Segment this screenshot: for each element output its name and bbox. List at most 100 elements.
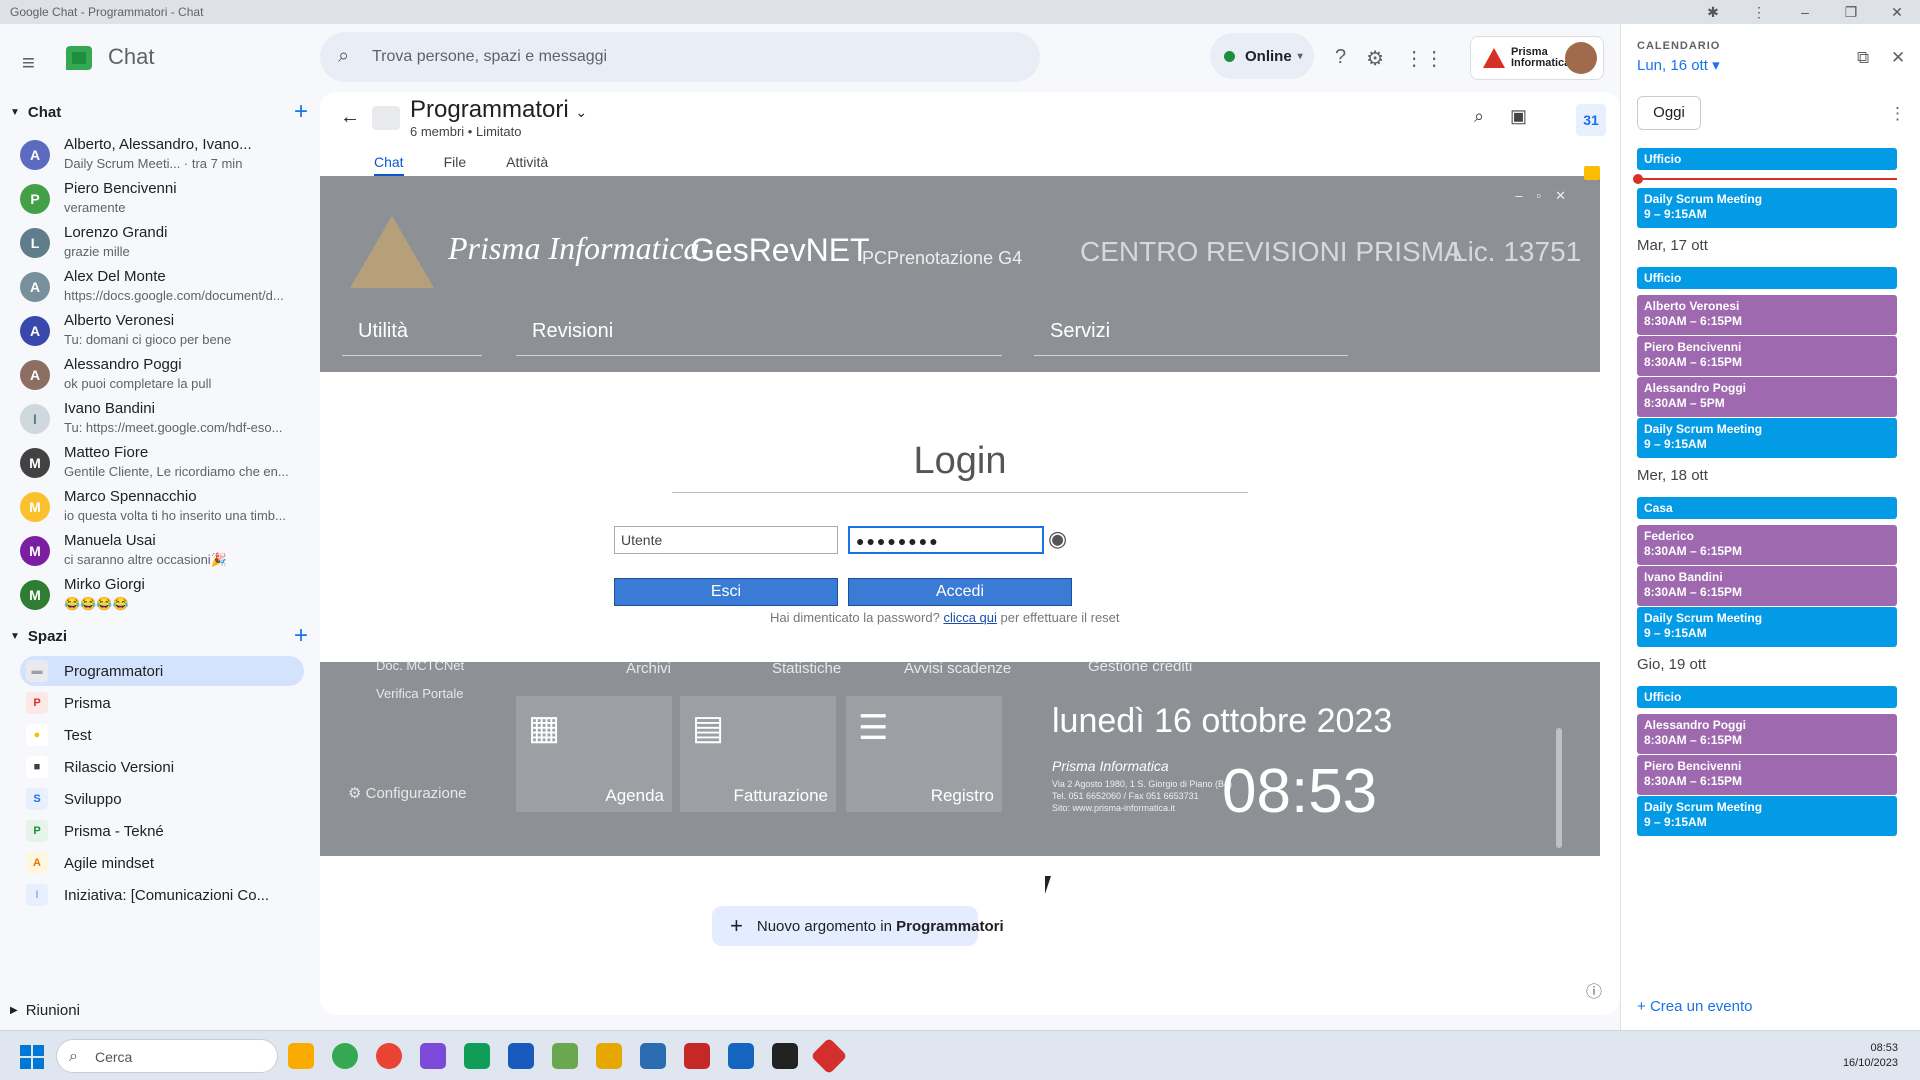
status-selector[interactable]: Online ▾ xyxy=(1210,33,1314,79)
today-button[interactable]: Oggi xyxy=(1637,96,1701,130)
plus-icon: + xyxy=(730,913,743,938)
create-event-button[interactable]: + Crea un evento xyxy=(1637,998,1753,1015)
calendar-panel: CALENDARIO Lun, 16 ott ▾ ⧉ ✕ Oggi ⋮ Uffi… xyxy=(1620,24,1920,1030)
menu-icon[interactable]: ≡ xyxy=(22,50,35,76)
chat-item[interactable]: P Piero Bencivenni veramente xyxy=(20,178,300,222)
space-item-prisma[interactable]: P Prisma xyxy=(20,688,304,718)
calendar-day-heading: Mer, 18 ott xyxy=(1637,467,1708,484)
search-icon[interactable]: ⌕ xyxy=(1474,106,1484,127)
restore-button[interactable]: ❐ xyxy=(1828,4,1874,21)
extensions-icon[interactable]: ✱ xyxy=(1690,4,1736,21)
calendar-event[interactable]: Daily Scrum Meeting 9 – 9:15AM xyxy=(1637,796,1897,836)
space-item-programmatori[interactable]: ▬ Programmatori xyxy=(20,656,304,686)
windows-start-icon[interactable] xyxy=(20,1045,44,1069)
shared-screenshot: Prisma Informatica GesRevNET PCPrenotazi… xyxy=(320,176,1600,856)
gear-icon[interactable]: ⚙ xyxy=(1366,46,1384,71)
space-item-iniziativa[interactable]: I Iniziativa: [Comunicazioni Co... xyxy=(20,880,304,910)
taskbar: ⌕ Cerca 08:53 16/10/2023 xyxy=(0,1030,1920,1080)
account-box[interactable]: Prisma Informatica xyxy=(1470,36,1604,80)
app-diamond-icon[interactable] xyxy=(810,1037,848,1075)
calendar-event[interactable]: Alberto Veronesi 8:30AM – 6:15PM xyxy=(1637,295,1897,335)
new-chat-button[interactable]: + xyxy=(294,98,308,126)
taskbar-clock[interactable]: 08:53 16/10/2023 xyxy=(1843,1041,1898,1071)
main-panel: ← Programmatori ⌄ 6 membri • Limitato Ch… xyxy=(320,92,1620,1015)
chat-item[interactable]: M Manuela Usai ci saranno altre occasioni🎉 xyxy=(20,530,300,574)
tab-file[interactable]: File xyxy=(444,150,467,177)
calendar-app-icon[interactable]: 31 xyxy=(1576,104,1606,136)
event-title: Daily Scrum Meeting xyxy=(1644,611,1763,625)
info-icon[interactable]: ⓘ xyxy=(1586,978,1602,1002)
calendar-event[interactable]: Casa xyxy=(1637,497,1897,519)
new-space-button[interactable]: + xyxy=(294,622,308,650)
space-item-test[interactable]: ● Test xyxy=(20,720,304,750)
tile-agenda: ▦ Agenda xyxy=(516,696,672,812)
calendar-event[interactable]: Daily Scrum Meeting 9 – 9:15AM xyxy=(1637,607,1897,647)
calendar-event[interactable]: Alessandro Poggi 8:30AM – 6:15PM xyxy=(1637,714,1897,754)
picture-in-picture-icon[interactable]: ▣ xyxy=(1510,106,1527,127)
avatar[interactable] xyxy=(1565,42,1597,74)
visual-studio-icon[interactable] xyxy=(420,1043,446,1069)
calendar-event[interactable]: Daily Scrum Meeting 9 – 9:15AM xyxy=(1637,418,1897,458)
chat-item[interactable]: I Ivano Bandini Tu: https://meet.google.co… xyxy=(20,398,300,442)
chrome-alt-icon[interactable] xyxy=(376,1043,402,1069)
notepad-icon[interactable] xyxy=(552,1043,578,1069)
back-arrow-icon[interactable]: ← xyxy=(340,106,360,129)
keep-icon[interactable] xyxy=(1584,166,1600,180)
chat-item[interactable]: A Alessandro Poggi ok puoi completare la p… xyxy=(20,354,300,398)
clock-time: 08:53 xyxy=(1870,1042,1898,1054)
spaces-section-header[interactable]: ▼ Spazi xyxy=(10,628,67,645)
calendar-event[interactable]: Piero Bencivenni 8:30AM – 6:15PM xyxy=(1637,755,1897,795)
close-button[interactable]: ✕ xyxy=(1874,4,1920,21)
chat-item[interactable]: M Mirko Giorgi 😂😂😂😂 xyxy=(20,574,300,618)
help-icon[interactable]: ? xyxy=(1335,46,1346,71)
chrome-icon[interactable] xyxy=(332,1043,358,1069)
file-explorer-icon[interactable] xyxy=(288,1043,314,1069)
calendar-event[interactable]: Ufficio xyxy=(1637,686,1897,708)
search-input[interactable]: ⌕ Trova persone, spazi e messaggi xyxy=(320,32,1040,82)
tab-chat[interactable]: Chat xyxy=(374,150,404,177)
apps-grid-icon[interactable]: ⋮⋮ xyxy=(1404,46,1444,71)
space-item-agile-mindset[interactable]: A Agile mindset xyxy=(20,848,304,878)
scrollbar[interactable] xyxy=(1556,728,1562,848)
calendar-event[interactable]: Federico 8:30AM – 6:15PM xyxy=(1637,525,1897,565)
more-vert-icon[interactable]: ⋮ xyxy=(1736,4,1782,21)
xmind-icon[interactable] xyxy=(684,1043,710,1069)
chat-item[interactable]: L Lorenzo Grandi grazie mille xyxy=(20,222,300,266)
taskbar-search[interactable]: ⌕ Cerca xyxy=(56,1039,278,1073)
event-title: Piero Bencivenni xyxy=(1644,759,1742,773)
google-chat-icon[interactable] xyxy=(464,1043,490,1069)
meetings-section-header[interactable]: ▶ Riunioni xyxy=(10,1002,80,1019)
space-item-sviluppo[interactable]: S Sviluppo xyxy=(20,784,304,814)
space-item-prisma-tekne[interactable]: P Prisma - Tekné xyxy=(20,816,304,846)
chat-section-header[interactable]: ▼ Chat xyxy=(10,104,61,121)
powershell-icon[interactable] xyxy=(640,1043,666,1069)
space-icon: A xyxy=(26,852,48,874)
calendar-event[interactable]: Ufficio xyxy=(1637,267,1897,289)
terminal-icon[interactable] xyxy=(772,1043,798,1069)
calendar-event[interactable]: Alessandro Poggi 8:30AM – 5PM xyxy=(1637,377,1897,417)
chat-item[interactable]: A Alberto Veronesi Tu: domani ci gioco per… xyxy=(20,310,300,354)
open-new-window-icon[interactable]: ⧉ xyxy=(1857,48,1869,68)
word-icon[interactable] xyxy=(508,1043,534,1069)
calendar-event[interactable]: Ufficio xyxy=(1637,148,1897,170)
chat-item[interactable]: M Marco Spennacchio io questa volta ti ho … xyxy=(20,486,300,530)
calendar-events-list: Ufficio Daily Scrum Meeting 9 – 9:15AM Mar,… xyxy=(1621,142,1920,1002)
close-icon[interactable]: ✕ xyxy=(1891,48,1905,68)
calendar-event[interactable]: Ivano Bandini 8:30AM – 6:15PM xyxy=(1637,566,1897,606)
tool-icon[interactable] xyxy=(596,1043,622,1069)
remote-desktop-icon[interactable] xyxy=(728,1043,754,1069)
more-vert-icon[interactable]: ⋮ xyxy=(1889,104,1906,124)
avvisi-scadenze-label: Avvisi scadenze xyxy=(904,660,1012,677)
minimize-button[interactable]: – xyxy=(1782,4,1828,20)
space-item-rilascio-versioni[interactable]: ■ Rilascio Versioni xyxy=(20,752,304,782)
tab-attivita[interactable]: Attività xyxy=(506,150,548,177)
chat-item[interactable]: A Alberto, Alessandro, Ivano... Daily Scru… xyxy=(20,134,300,178)
room-title[interactable]: Programmatori ⌄ xyxy=(410,96,587,124)
space-label: Programmatori xyxy=(64,662,164,680)
chat-item[interactable]: A Alex Del Monte https://docs.google.com/d… xyxy=(20,266,300,310)
new-topic-button[interactable]: + Nuovo argomento in Programmatori xyxy=(712,906,1004,946)
calendar-day-selector[interactable]: Lun, 16 ott ▾ xyxy=(1637,56,1720,74)
chat-item[interactable]: M Matteo Fiore Gentile Cliente, Le ricordi… xyxy=(20,442,300,486)
calendar-event[interactable]: Piero Bencivenni 8:30AM – 6:15PM xyxy=(1637,336,1897,376)
calendar-event[interactable]: Daily Scrum Meeting 9 – 9:15AM xyxy=(1637,188,1897,228)
